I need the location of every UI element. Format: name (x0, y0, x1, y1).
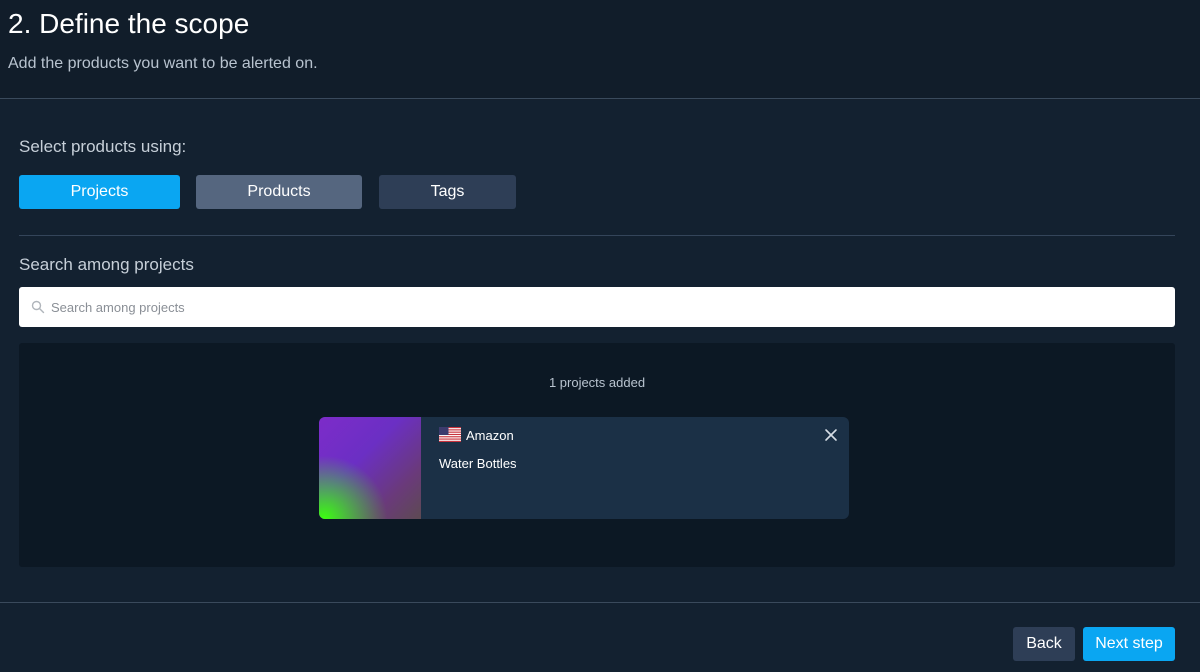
project-thumbnail (319, 417, 421, 519)
project-card: Amazon Water Bottles (319, 417, 849, 519)
tags-button[interactable]: Tags (379, 175, 516, 209)
footer: Back Next step (0, 602, 1200, 672)
projects-button[interactable]: Projects (19, 175, 180, 209)
project-name: Water Bottles (439, 456, 517, 471)
page-subtitle: Add the products you want to be alerted … (8, 55, 318, 72)
search-icon (31, 300, 45, 314)
close-icon[interactable] (824, 428, 838, 442)
us-flag-icon (439, 427, 461, 442)
products-button[interactable]: Products (196, 175, 362, 209)
next-step-button[interactable]: Next step (1083, 627, 1175, 661)
back-button[interactable]: Back (1013, 627, 1075, 661)
added-count: 1 projects added (548, 375, 646, 390)
scope-body: Select products using: Projects Products… (0, 100, 1200, 602)
page-title: 2. Define the scope (8, 8, 250, 39)
project-store: Amazon (466, 428, 514, 443)
divider (19, 235, 1175, 236)
search-input[interactable] (51, 287, 1161, 327)
select-products-label: Select products using: (19, 137, 187, 156)
search-box[interactable] (19, 287, 1175, 327)
added-projects-panel: 1 projects added Amazon Water Bottles (19, 343, 1175, 567)
search-label: Search among projects (19, 255, 194, 274)
header: 2. Define the scope Add the products you… (0, 0, 1200, 99)
